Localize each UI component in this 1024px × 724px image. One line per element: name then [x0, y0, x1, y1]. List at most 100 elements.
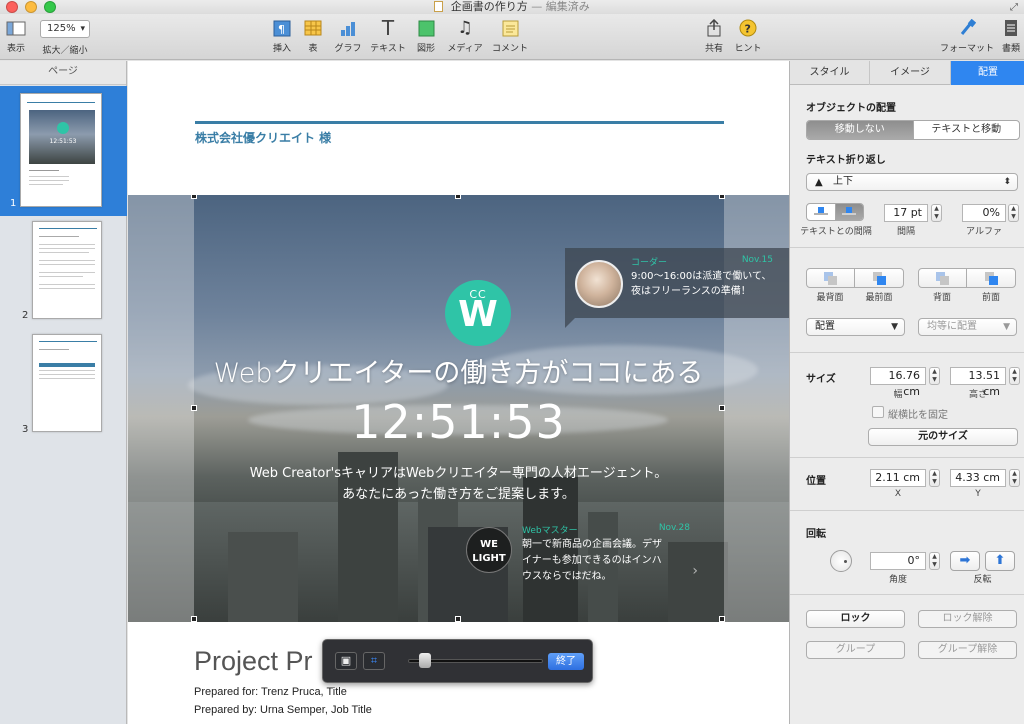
tagline-line-2: あなたにあった働き方をご提案します。: [342, 487, 575, 502]
flip-horizontal-button[interactable]: ➡: [950, 551, 980, 571]
resize-handle-bottom[interactable]: [455, 616, 461, 622]
image-mask-toolbar: ▣ ⌗ 終了: [322, 639, 593, 683]
constrain-proportions-label: 縦横比を固定: [888, 410, 948, 421]
media-icon: ♫: [457, 18, 473, 38]
page-thumbnail-1[interactable]: 12:51:53: [20, 93, 102, 207]
rotation-dial[interactable]: [830, 550, 852, 572]
tagline-line-1: Web Creator'sキャリアはWebクリエイター専門の人材エージェント。: [249, 466, 668, 481]
zoom-window-button[interactable]: [44, 1, 56, 13]
window-title: 企画書の作り方: [450, 0, 528, 13]
page-thumbnail-3[interactable]: [32, 334, 102, 432]
speech-bubble-tail: [565, 318, 575, 328]
move-with-text-option[interactable]: テキストと移動: [914, 121, 1020, 139]
share-label: 共有: [704, 44, 723, 54]
crop-icon[interactable]: ⌗: [363, 652, 385, 670]
table-button[interactable]: 表: [302, 18, 324, 54]
zoom-label: 拡大／縮小: [42, 46, 88, 56]
text-label: テキスト: [370, 44, 406, 54]
insert-button[interactable]: ¶ 挿入: [269, 18, 295, 54]
section-divider: [790, 352, 1024, 353]
media-button[interactable]: ♫ メディア: [446, 18, 484, 54]
document-button[interactable]: 書類: [1000, 18, 1022, 54]
dropdown-arrow-icon: ▼: [891, 322, 898, 332]
width-field[interactable]: 16.76 cm: [870, 367, 926, 398]
ungroup-button[interactable]: グループ解除: [918, 641, 1017, 659]
align-select[interactable]: 配置 ▼: [806, 318, 905, 336]
send-to-back-button[interactable]: [807, 269, 855, 287]
hero-image[interactable]: CC W Webクリエイターの働き方がココにある 12:51:53 Web Cr…: [128, 195, 789, 622]
tab-image[interactable]: イメージ: [870, 61, 951, 85]
lock-button[interactable]: ロック: [806, 610, 905, 628]
resize-handle-left[interactable]: [191, 405, 197, 411]
wrap-fit-control[interactable]: [806, 203, 864, 221]
popup-arrow-icon: ⬍: [1003, 177, 1011, 187]
resize-handle-top-left[interactable]: [191, 195, 197, 199]
view-button[interactable]: 表示: [4, 18, 28, 54]
alpha-stepper[interactable]: ▲ ▼: [1008, 204, 1019, 222]
flip-label: 反転: [973, 575, 992, 585]
resize-handle-right[interactable]: [719, 405, 725, 411]
comment-button[interactable]: コメント: [490, 18, 530, 54]
prepared-for: Prepared for: Trenz Pruca, Title: [194, 686, 347, 698]
group-button[interactable]: グループ: [806, 641, 905, 659]
shape-button[interactable]: 図形: [414, 18, 438, 54]
image-icon[interactable]: ▣: [335, 652, 357, 670]
wrap-fit-option-2[interactable]: [835, 204, 863, 220]
y-field[interactable]: 4.33 cm: [950, 469, 1006, 487]
tips-button[interactable]: ? ヒント: [733, 18, 763, 54]
fullscreen-icon[interactable]: ⤢: [1010, 1, 1018, 15]
comment-label: コメント: [491, 44, 528, 54]
flip-vertical-button[interactable]: ⬆: [985, 551, 1015, 571]
wrap-fit-option-1[interactable]: [807, 204, 836, 220]
mask-zoom-slider-knob[interactable]: [419, 653, 431, 668]
x-field[interactable]: 2.11 cm: [870, 469, 926, 487]
zoom-select[interactable]: 125%: [40, 20, 90, 38]
resize-handle-bottom-right[interactable]: [719, 616, 725, 622]
angle-stepper[interactable]: ▲ ▼: [929, 552, 940, 570]
gap-field[interactable]: 17 pt: [884, 204, 928, 222]
share-button[interactable]: 共有: [703, 18, 725, 54]
height-field[interactable]: 13.51 cm: [950, 367, 1006, 398]
size-title: サイズ: [806, 374, 836, 385]
resize-handle-bottom-left[interactable]: [191, 616, 197, 622]
width-stepper[interactable]: ▲ ▼: [929, 367, 940, 385]
y-stepper[interactable]: ▲ ▼: [1009, 469, 1020, 487]
text-wrap-select[interactable]: ▲ 上下 ⬍: [806, 173, 1018, 191]
chart-button[interactable]: グラフ: [333, 18, 363, 54]
done-button[interactable]: 終了: [548, 653, 584, 670]
angle-field[interactable]: 0°: [870, 552, 926, 570]
send-backward-button[interactable]: [919, 269, 967, 287]
gap-stepper[interactable]: ▲ ▼: [931, 204, 942, 222]
object-placement-control[interactable]: 移動しない テキストと移動: [806, 120, 1020, 140]
page-thumbnail-2[interactable]: [32, 221, 102, 319]
height-stepper[interactable]: ▲ ▼: [1009, 367, 1020, 385]
tab-style[interactable]: スタイル: [790, 61, 870, 85]
resize-handle-top-right[interactable]: [719, 195, 725, 199]
project-title: Project Pr: [194, 646, 313, 676]
unlock-button[interactable]: ロック解除: [918, 610, 1017, 628]
close-window-button[interactable]: [6, 1, 18, 13]
original-size-button[interactable]: 元のサイズ: [868, 428, 1018, 446]
bring-to-front-button[interactable]: [856, 269, 904, 287]
alpha-field[interactable]: 0%: [962, 204, 1006, 222]
note-date: Nov.28: [658, 523, 690, 533]
width-label: 幅: [893, 390, 903, 400]
distribute-value: 均等に配置: [927, 321, 977, 332]
note-line-3: ウスならではだね。: [522, 571, 612, 582]
document-panel-icon: [1000, 18, 1022, 38]
constrain-proportions-checkbox[interactable]: [872, 406, 884, 418]
document-canvas[interactable]: 株式会社優クリエイト 様 CC W Webクリエイターの働き方がココにある 12…: [128, 61, 789, 724]
bring-forward-button[interactable]: [968, 269, 1016, 287]
text-wrap-value: 上下: [833, 176, 853, 187]
tab-arrange[interactable]: 配置: [951, 61, 1024, 85]
x-stepper[interactable]: ▲ ▼: [929, 469, 940, 487]
stay-on-page-option[interactable]: 移動しない: [807, 121, 914, 139]
distribute-select[interactable]: 均等に配置 ▼: [918, 318, 1017, 336]
zoom-control[interactable]: 125% 拡大／縮小: [40, 18, 90, 56]
text-button[interactable]: T テキスト: [368, 16, 408, 54]
minimize-window-button[interactable]: [25, 1, 37, 13]
resize-handle-top[interactable]: [455, 195, 461, 199]
next-arrow-icon: ›: [692, 563, 698, 579]
alpha-label: アルファ: [966, 227, 1002, 237]
format-button[interactable]: フォーマット: [938, 18, 996, 54]
